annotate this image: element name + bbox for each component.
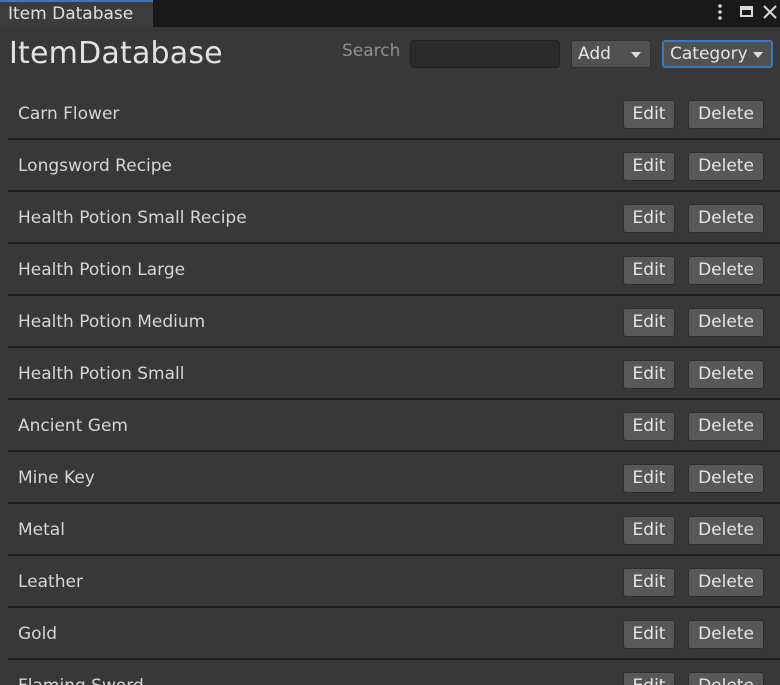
delete-button[interactable]: Delete <box>688 204 764 233</box>
edit-button[interactable]: Edit <box>623 568 675 597</box>
chevron-down-icon <box>753 52 763 58</box>
delete-button[interactable]: Delete <box>688 464 764 493</box>
list-item: Gold Edit Delete <box>8 608 780 660</box>
list-item: Mine Key Edit Delete <box>8 452 780 504</box>
delete-button[interactable]: Delete <box>688 256 764 285</box>
item-name: Health Potion Small Recipe <box>18 208 247 228</box>
chevron-down-icon <box>631 52 641 58</box>
tab-item-database[interactable]: Item Database <box>0 0 153 27</box>
page-title: ItemDatabase <box>9 36 223 71</box>
delete-button[interactable]: Delete <box>688 620 764 649</box>
delete-button[interactable]: Delete <box>688 568 764 597</box>
delete-button[interactable]: Delete <box>688 152 764 181</box>
list-item: Ancient Gem Edit Delete <box>8 400 780 452</box>
toolbar-header: ItemDatabase Search Add Category <box>0 27 780 87</box>
delete-button[interactable]: Delete <box>688 308 764 337</box>
delete-button[interactable]: Delete <box>688 672 764 685</box>
vertical-ellipsis-icon[interactable] <box>711 0 729 24</box>
add-dropdown[interactable]: Add <box>571 40 651 68</box>
edit-button[interactable]: Edit <box>623 412 675 441</box>
item-list: Carn Flower Edit Delete Longsword Recipe… <box>8 88 780 685</box>
category-dropdown-label: Category <box>670 44 748 64</box>
item-database-window: Item Database ItemDatabase Search Add Ca… <box>0 0 780 685</box>
item-name: Gold <box>18 624 58 644</box>
item-name: Carn Flower <box>18 104 120 124</box>
edit-button[interactable]: Edit <box>623 152 675 181</box>
item-name: Health Potion Medium <box>18 312 206 332</box>
list-item: Health Potion Small Edit Delete <box>8 348 780 400</box>
delete-button[interactable]: Delete <box>688 412 764 441</box>
search-label: Search <box>342 41 401 61</box>
tab-bar: Item Database <box>0 0 780 27</box>
edit-button[interactable]: Edit <box>623 308 675 337</box>
edit-button[interactable]: Edit <box>623 620 675 649</box>
item-name: Metal <box>18 520 65 540</box>
item-name: Health Potion Large <box>18 260 186 280</box>
edit-button[interactable]: Edit <box>623 204 675 233</box>
delete-button[interactable]: Delete <box>688 100 764 129</box>
list-item: Flaming Sword Edit Delete <box>8 660 780 685</box>
item-name: Leather <box>18 572 83 592</box>
list-item: Health Potion Medium Edit Delete <box>8 296 780 348</box>
list-item: Longsword Recipe Edit Delete <box>8 140 780 192</box>
edit-button[interactable]: Edit <box>623 360 675 389</box>
list-item: Metal Edit Delete <box>8 504 780 556</box>
edit-button[interactable]: Edit <box>623 672 675 685</box>
edit-button[interactable]: Edit <box>623 100 675 129</box>
list-item: Carn Flower Edit Delete <box>8 88 780 140</box>
delete-button[interactable]: Delete <box>688 516 764 545</box>
delete-button[interactable]: Delete <box>688 360 764 389</box>
category-dropdown[interactable]: Category <box>662 40 773 68</box>
item-name: Ancient Gem <box>18 416 128 436</box>
list-item: Leather Edit Delete <box>8 556 780 608</box>
add-dropdown-label: Add <box>578 44 611 64</box>
edit-button[interactable]: Edit <box>623 256 675 285</box>
item-name: Health Potion Small <box>18 364 185 384</box>
search-input[interactable] <box>410 40 560 68</box>
item-name: Longsword Recipe <box>18 156 173 176</box>
edit-button[interactable]: Edit <box>623 464 675 493</box>
list-item: Health Potion Large Edit Delete <box>8 244 780 296</box>
item-name: Flaming Sword <box>18 674 144 685</box>
edit-button[interactable]: Edit <box>623 516 675 545</box>
maximize-icon[interactable] <box>736 0 756 24</box>
list-item: Health Potion Small Recipe Edit Delete <box>8 192 780 244</box>
item-name: Mine Key <box>18 468 95 488</box>
close-icon[interactable] <box>760 0 780 24</box>
